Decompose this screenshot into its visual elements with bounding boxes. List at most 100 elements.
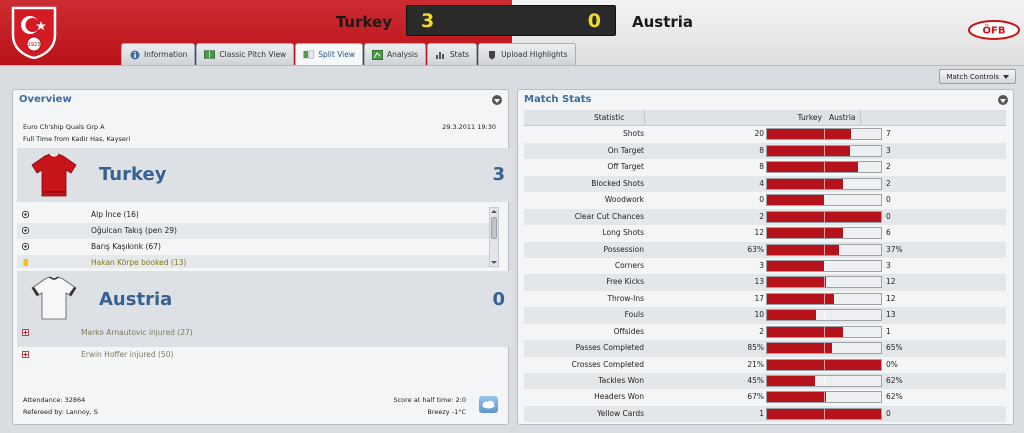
stat-home-value: 67% [747,392,764,402]
weather-cloud-icon [479,396,498,413]
stat-label: Possession [603,244,644,254]
stat-home-fill [767,326,843,337]
stat-label: Woodwork [604,195,644,205]
stat-bar-midline [824,195,825,206]
event-text: Erwin Hoffer injured (50) [81,350,174,359]
stat-home-fill [767,145,850,156]
stat-comparison-bar [766,194,882,207]
stat-comparison-bar [766,358,882,371]
chevron-down-icon [1003,74,1009,79]
stat-home-fill [767,178,843,189]
tab-label: Information [144,50,188,59]
stat-home-value: 10 [754,310,764,320]
match-controls-label: Match Controls [946,72,999,81]
match-date-time: 29.3.2011 19:30 [442,123,496,131]
split-view-icon [303,49,314,60]
stat-bar-midline [824,408,825,419]
stat-row: Passes Completed 85% 65% [524,340,1006,357]
stat-bar-midline [824,343,825,354]
stat-comparison-bar [766,276,882,289]
full-time-venue: Full Time from Kadir Has, Kayseri [23,135,131,143]
stat-home-value: 8 [759,162,764,172]
home-event-row: Barış Kaşıkınk (67) [17,239,499,255]
event-text: Oğulcan Takış (pen 29) [91,226,177,235]
tab-analysis[interactable]: Analysis [364,43,426,65]
stat-row: Corners 3 3 [524,258,1006,274]
events-scrollbar[interactable] [489,207,499,267]
stat-away-value: 3 [886,260,891,270]
overview-title: Overview [19,94,72,105]
stat-row: Tackles Won 45% 62% [524,373,1006,390]
home-team-score: 3 [492,164,505,185]
home-score: 3 [421,10,435,32]
stat-away-value: 2 [886,162,891,172]
stat-home-value: 13 [754,277,764,287]
goal-ball-icon [22,211,29,218]
stat-row: Headers Won 67% 62% [524,389,1006,405]
stat-home-fill [767,376,815,386]
tab-upload-highlights[interactable]: Upload Highlights [478,43,576,65]
collapse-match-stats-button[interactable] [998,95,1008,105]
stat-row: Long Shots 12 6 [524,225,1006,241]
stat-away-value: 0 [886,195,891,205]
stat-comparison-bar [766,375,882,387]
stat-label: Fouls [624,310,644,320]
home-event-row: Hakan Körpe booked (13) [17,255,499,268]
stat-bar-midline [824,293,825,304]
stat-comparison-bar [766,128,882,141]
stat-bar-midline [824,359,825,370]
stat-comparison-bar [766,177,882,190]
stat-label: Crosses Completed [571,359,644,369]
scroll-up-icon[interactable] [490,209,498,214]
half-time-score: Score at half time: 2:0 [393,396,466,404]
competition-name: Euro Ch'ship Quals Grp A [23,123,105,131]
stat-row: Off Target 8 2 [524,159,1006,175]
stat-away-value: 0 [886,408,891,418]
scroll-down-icon[interactable] [490,260,498,265]
analysis-icon [372,49,383,60]
stat-label: Passes Completed [575,343,644,353]
stat-comparison-bar [766,342,882,355]
tab-information[interactable]: Information [121,43,196,65]
away-kit-icon [31,276,77,320]
stat-comparison-bar [766,243,882,256]
home-kit-icon [31,153,77,197]
home-event-row: Oğulcan Takış (pen 29) [17,223,499,239]
stat-away-value: 3 [886,145,891,155]
stat-comparison-bar [766,309,882,322]
stats-header-row: Statistic Turkey Austria [524,110,1006,127]
home-event-row: Alp İnce (16) [17,207,499,223]
event-text: Alp İnce (16) [91,210,139,219]
view-tabs: Information Classic Pitch View Split Vie… [121,43,577,65]
stats-icon [435,49,446,60]
stat-home-value: 2 [759,326,764,336]
stat-home-value: 20 [754,129,764,139]
collapse-overview-button[interactable] [492,95,502,105]
tab-classic-pitch-view[interactable]: Classic Pitch View [196,43,295,65]
stat-home-value: 17 [754,293,764,303]
overview-panel: Overview Euro Ch'ship Quals Grp A 29.3.2… [12,89,513,425]
stat-label: Headers Won [594,392,644,402]
stat-home-value: 45% [747,376,764,385]
tab-split-view[interactable]: Split View [295,43,363,65]
stat-home-fill [767,228,843,239]
stat-bar-midline [824,376,825,386]
toolbar: Match Controls [0,65,1024,87]
stat-home-value: 21% [747,359,764,369]
tab-stats[interactable]: Stats [426,43,478,65]
stat-bar-midline [824,228,825,239]
stat-label: Throw-Ins [607,293,644,303]
stat-comparison-bar [766,391,882,404]
stat-bar-midline [824,310,825,321]
match-controls-button[interactable]: Match Controls [939,69,1016,84]
scroll-thumb[interactable] [491,217,497,239]
stat-bar-midline [824,260,825,271]
stat-label: Clear Cut Chances [574,211,644,221]
home-team-name: Turkey [335,13,392,31]
stat-bar-midline [824,211,825,222]
match-header: 1923 Turkey 3 0 Austria ÖFB Information … [0,0,1024,65]
stat-row: Yellow Cards 1 0 [524,405,1006,423]
crest-year: 1923 [28,42,41,48]
stat-home-value: 85% [747,343,764,353]
column-divider [644,110,645,126]
